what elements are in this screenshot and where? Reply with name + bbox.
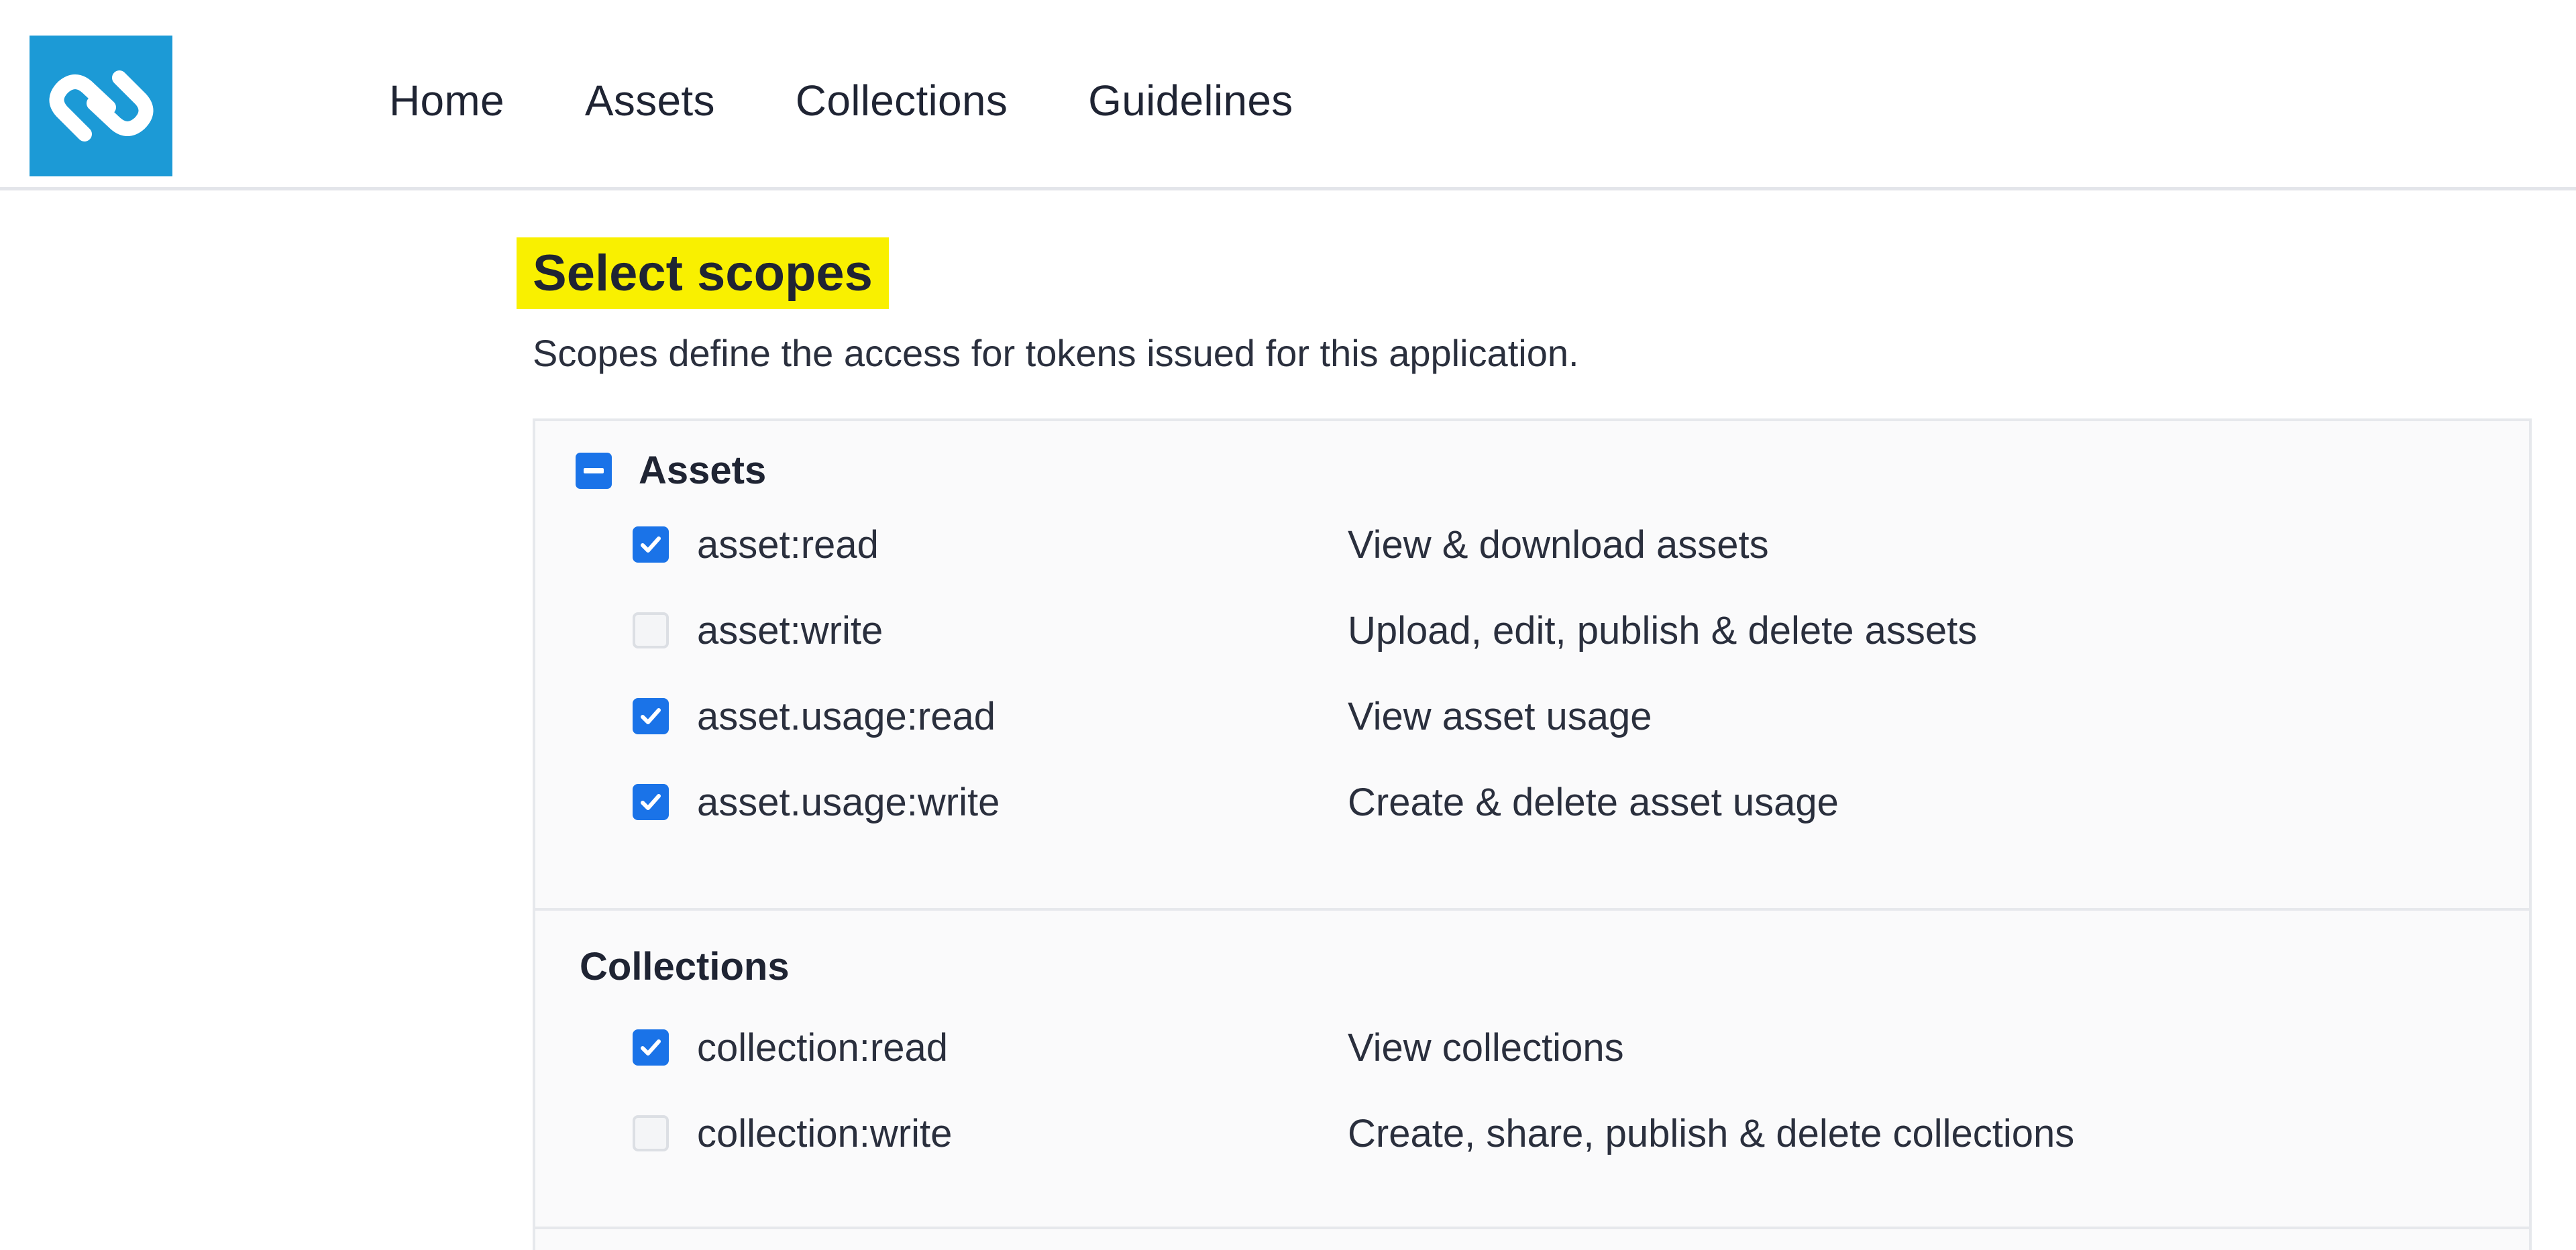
group-header-assets: Assets bbox=[576, 448, 766, 493]
checkmark-icon bbox=[641, 708, 661, 724]
checkmark-icon bbox=[641, 536, 661, 553]
nav-guidelines[interactable]: Guidelines bbox=[1088, 72, 1293, 129]
scope-list-collections: collection:read View collections collect… bbox=[633, 1005, 2511, 1176]
link-icon bbox=[49, 70, 153, 141]
nav-home[interactable]: Home bbox=[389, 72, 504, 129]
scope-checkbox[interactable] bbox=[633, 1115, 669, 1151]
scope-row: asset.usage:read View asset usage bbox=[633, 673, 2511, 759]
group-header-collections: Collections bbox=[580, 944, 790, 989]
indeterminate-dash-icon bbox=[584, 467, 604, 473]
nav-collections[interactable]: Collections bbox=[796, 72, 1008, 129]
page-title: Select scopes bbox=[533, 245, 873, 302]
scope-checkbox[interactable] bbox=[633, 784, 669, 820]
scope-row: asset:write Upload, edit, publish & dele… bbox=[633, 587, 2511, 673]
scope-name: asset:read bbox=[697, 522, 879, 567]
title-highlight: Select scopes bbox=[517, 237, 889, 309]
scope-row: collection:write Create, share, publish … bbox=[633, 1090, 2511, 1176]
scope-row: asset.usage:write Create & delete asset … bbox=[633, 759, 2511, 845]
group-title: Assets bbox=[639, 449, 767, 492]
main-nav: Home Assets Collections Guidelines bbox=[389, 72, 1374, 129]
scope-name: asset:write bbox=[697, 608, 883, 652]
checkmark-icon bbox=[641, 1039, 661, 1056]
scope-name: collection:read bbox=[697, 1025, 948, 1070]
scope-group-collections: Collections collection:read View collect… bbox=[535, 911, 2529, 1229]
brand-logo[interactable] bbox=[30, 36, 172, 176]
scope-description: Create & delete asset usage bbox=[1348, 780, 1839, 824]
scope-description: View & download assets bbox=[1348, 522, 1769, 567]
scope-checkbox[interactable] bbox=[633, 698, 669, 734]
scope-description: Upload, edit, publish & delete assets bbox=[1348, 608, 1978, 652]
scope-checkbox[interactable] bbox=[633, 526, 669, 563]
scopes-panel: Assets asset:read View & download assets… bbox=[533, 418, 2532, 1250]
page-subtitle: Scopes define the access for tokens issu… bbox=[533, 332, 1579, 374]
scope-row: asset:read View & download assets bbox=[633, 502, 2511, 587]
scope-description: View asset usage bbox=[1348, 694, 1652, 738]
scope-description: View collections bbox=[1348, 1025, 1624, 1070]
scope-name: asset.usage:read bbox=[697, 694, 996, 738]
group-title: Collections bbox=[580, 945, 790, 988]
top-header: Home Assets Collections Guidelines bbox=[0, 0, 2576, 190]
scope-name: collection:write bbox=[697, 1111, 953, 1155]
nav-assets[interactable]: Assets bbox=[585, 72, 715, 129]
scope-group-assets: Assets asset:read View & download assets… bbox=[535, 421, 2529, 911]
scope-row: collection:read View collections bbox=[633, 1005, 2511, 1090]
checkmark-icon bbox=[641, 794, 661, 810]
assets-group-checkbox[interactable] bbox=[576, 452, 612, 489]
scope-list-assets: asset:read View & download assets asset:… bbox=[633, 502, 2511, 845]
scope-name: asset.usage:write bbox=[697, 780, 1000, 824]
scope-description: Create, share, publish & delete collecti… bbox=[1348, 1111, 2075, 1155]
scope-checkbox[interactable] bbox=[633, 612, 669, 648]
scope-checkbox[interactable] bbox=[633, 1029, 669, 1066]
